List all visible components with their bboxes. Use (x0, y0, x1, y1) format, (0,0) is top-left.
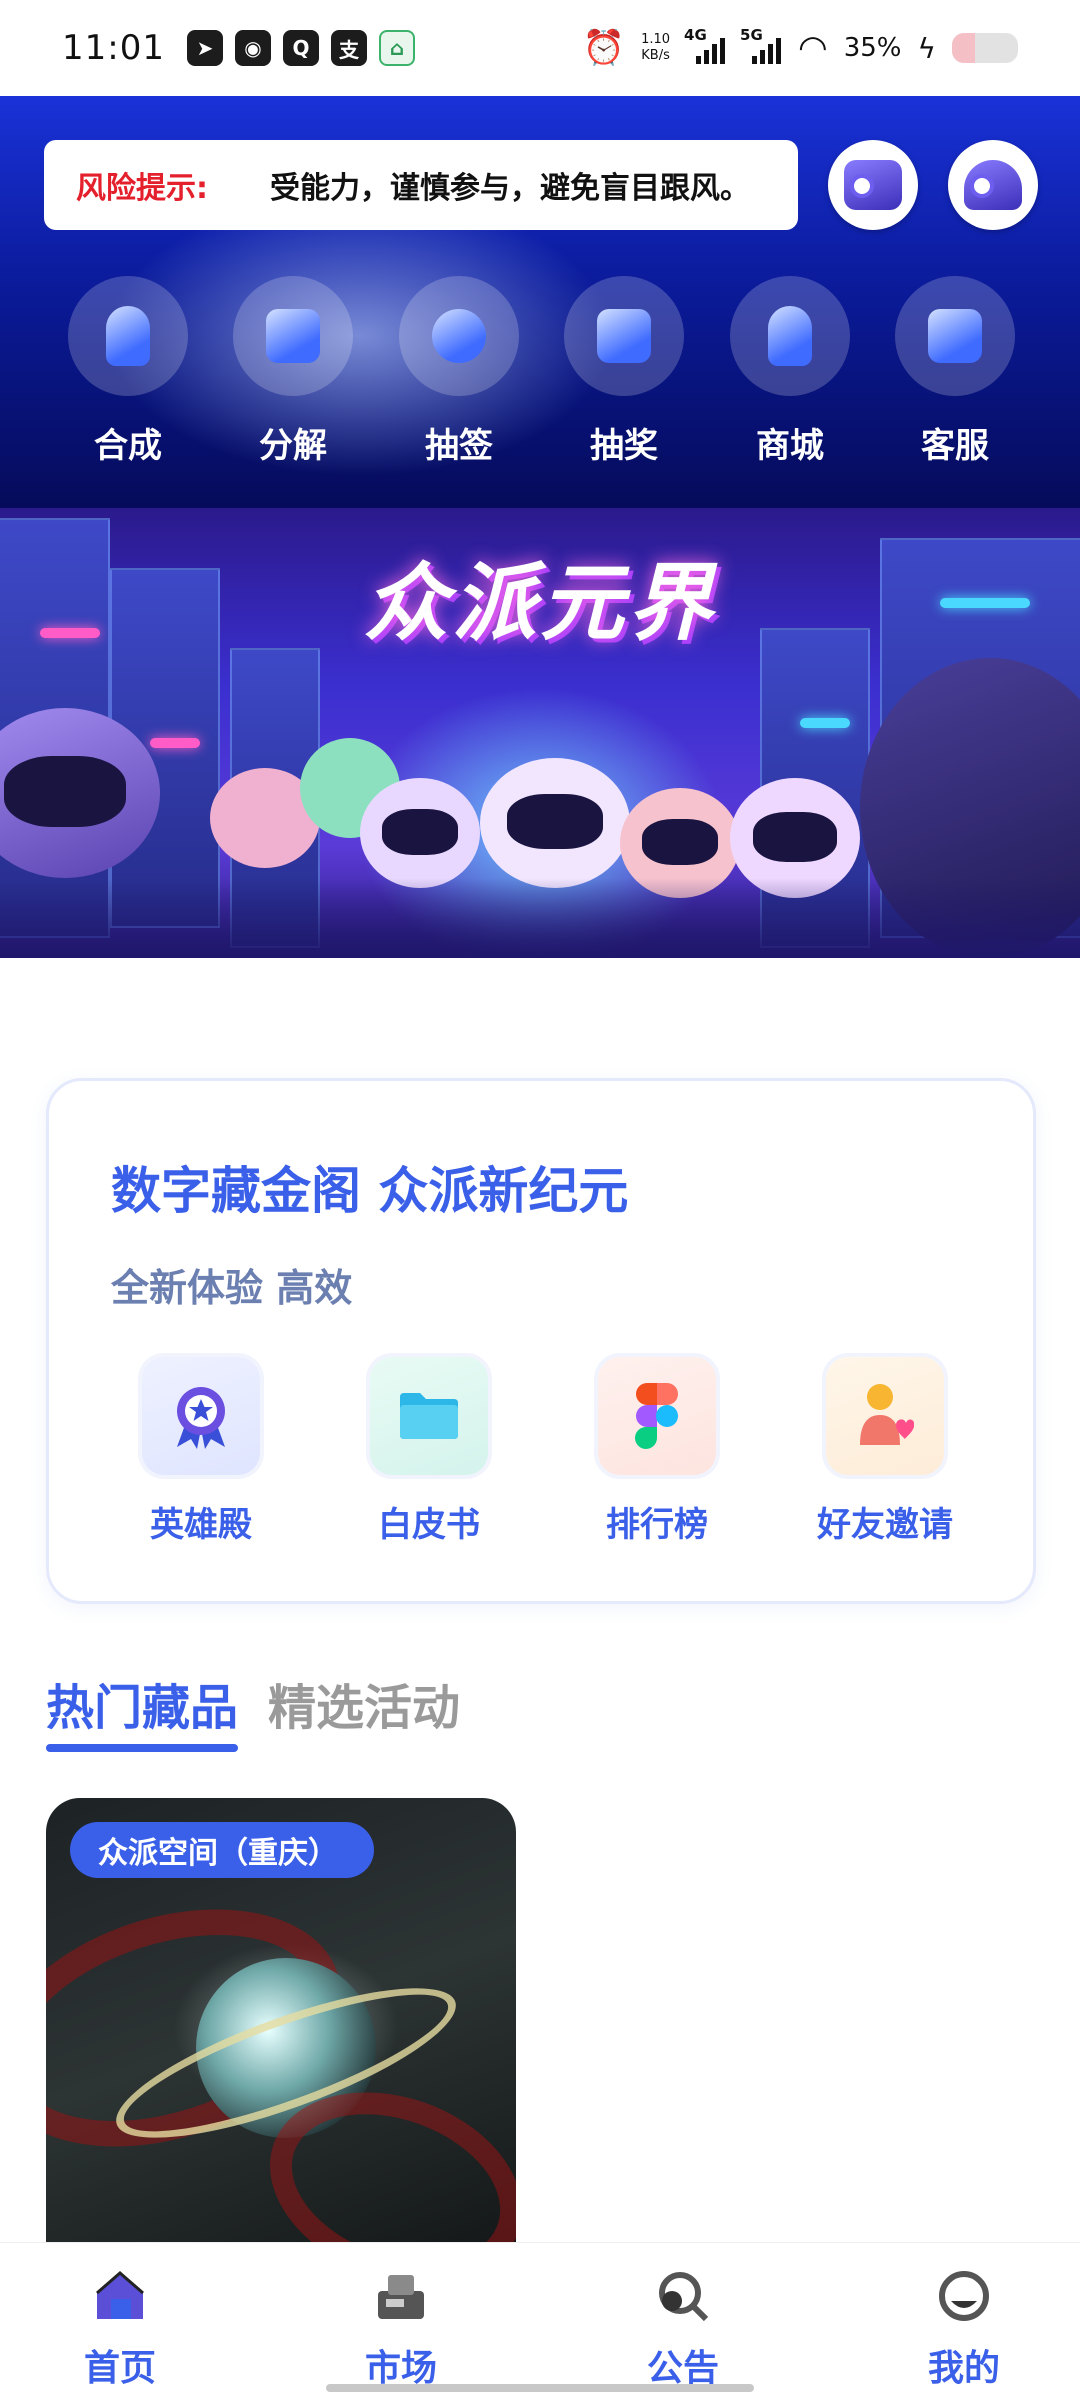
collection-card[interactable]: 众派空间（重庆） (46, 1798, 516, 2242)
wifi-icon: ◠ (798, 28, 828, 68)
status-indicators: ⏰ 1.10 KB/s 4G 5G ◠ 35% ϟ (582, 26, 1018, 68)
leaderboard-icon (598, 1357, 716, 1475)
alarm-icon: ⏰ (582, 28, 626, 68)
quick-action-customer-service[interactable]: 客服 (895, 276, 1015, 467)
quick-action-mall[interactable]: 商城 (730, 276, 850, 467)
quick-action-synthesis[interactable]: 合成 (68, 276, 188, 467)
quick-action-draw-lots[interactable]: 抽签 (399, 276, 519, 467)
mall-icon (768, 306, 812, 366)
risk-label: 风险提示: (76, 171, 208, 206)
promo-title: 数字藏金阁 众派新纪元 (111, 1162, 629, 1220)
section-tabs: 热门藏品 精选活动 (46, 1668, 460, 1752)
draw-lots-icon (432, 309, 486, 363)
hero-header: 风险提示: 受能力，谨慎参与，避免盲目跟风。 合成 分解 抽签 抽奖 商城 客服 (0, 96, 1080, 508)
home-app-icon: ⌂ (378, 30, 415, 66)
status-bar: 11:01 ➤ ◉ Q 支 ⌂ ⏰ 1.10 KB/s 4G 5G ◠ 35% … (0, 0, 1080, 96)
invite-friends-icon (826, 1357, 944, 1475)
nav-profile[interactable]: 我的 (904, 2269, 1024, 2391)
robot-character (360, 778, 480, 888)
synthesis-icon (106, 306, 150, 366)
blind-box-icon (844, 160, 902, 210)
weibo-icon: ◉ (234, 30, 271, 66)
net-speed: 1.10 KB/s (641, 32, 671, 63)
announcement-icon (656, 2269, 710, 2323)
tab-featured-events[interactable]: 精选活动 (268, 1668, 460, 1752)
market-icon (374, 2269, 428, 2323)
bell-icon (964, 160, 1022, 210)
alipay-icon: 支 (330, 30, 367, 66)
nav-home[interactable]: 首页 (60, 2269, 180, 2391)
risk-marquee-text: 受能力，谨慎参与，避免盲目跟风。 (270, 171, 750, 206)
promo-banner[interactable]: 众派元界 (0, 508, 1080, 958)
customer-service-icon (928, 309, 982, 363)
quick-action-lottery[interactable]: 抽奖 (564, 276, 684, 467)
feature-hero-hall[interactable]: 英雄殿 (101, 1357, 301, 1546)
banner-neon (800, 718, 850, 728)
home-icon (93, 2269, 147, 2323)
quick-action-decompose[interactable]: 分解 (233, 276, 353, 467)
battery-percent: 35% (843, 33, 902, 63)
tab-hot-collections[interactable]: 热门藏品 (46, 1668, 239, 1752)
charging-icon: ϟ (917, 31, 936, 65)
promo-card: 数字藏金阁 众派新纪元 全新体验 高效 英雄殿 白皮书 排行榜 好友邀请 (46, 1078, 1036, 1604)
nav-market[interactable]: 市场 (341, 2269, 461, 2391)
collection-tag: 众派空间（重庆） (70, 1822, 374, 1878)
promo-subtitle: 全新体验 高效 (111, 1266, 353, 1310)
feature-invite-friends[interactable]: 好友邀请 (785, 1357, 985, 1546)
hero-hall-icon (142, 1357, 260, 1475)
telegram-icon: ➤ (186, 30, 223, 66)
status-time: 11:01 (62, 28, 165, 68)
banner-title: 众派元界 (363, 554, 716, 652)
signal-4g-icon: 4G (684, 26, 726, 64)
robot-character (480, 758, 630, 888)
lottery-icon (597, 309, 651, 363)
battery-icon (952, 33, 1018, 63)
blind-box-button[interactable] (828, 140, 918, 230)
decompose-icon (266, 309, 320, 363)
status-app-icons: ➤ ◉ Q 支 ⌂ (186, 30, 415, 66)
feature-leaderboard[interactable]: 排行榜 (557, 1357, 757, 1546)
qq-icon: Q (282, 30, 319, 66)
bottom-nav: 首页 市场 公告 我的 (0, 2242, 1080, 2400)
risk-notice-bar[interactable]: 风险提示: 受能力，谨慎参与，避免盲目跟风。 (44, 140, 798, 230)
banner-neon (150, 738, 200, 748)
signal-5g-icon: 5G (740, 26, 782, 64)
whitepaper-icon (370, 1357, 488, 1475)
banner-floor (0, 878, 1080, 958)
nav-announcement[interactable]: 公告 (623, 2269, 743, 2391)
system-home-indicator[interactable] (326, 2384, 754, 2392)
feature-whitepaper[interactable]: 白皮书 (329, 1357, 529, 1546)
profile-icon (937, 2269, 991, 2323)
notification-bell-button[interactable] (948, 140, 1038, 230)
